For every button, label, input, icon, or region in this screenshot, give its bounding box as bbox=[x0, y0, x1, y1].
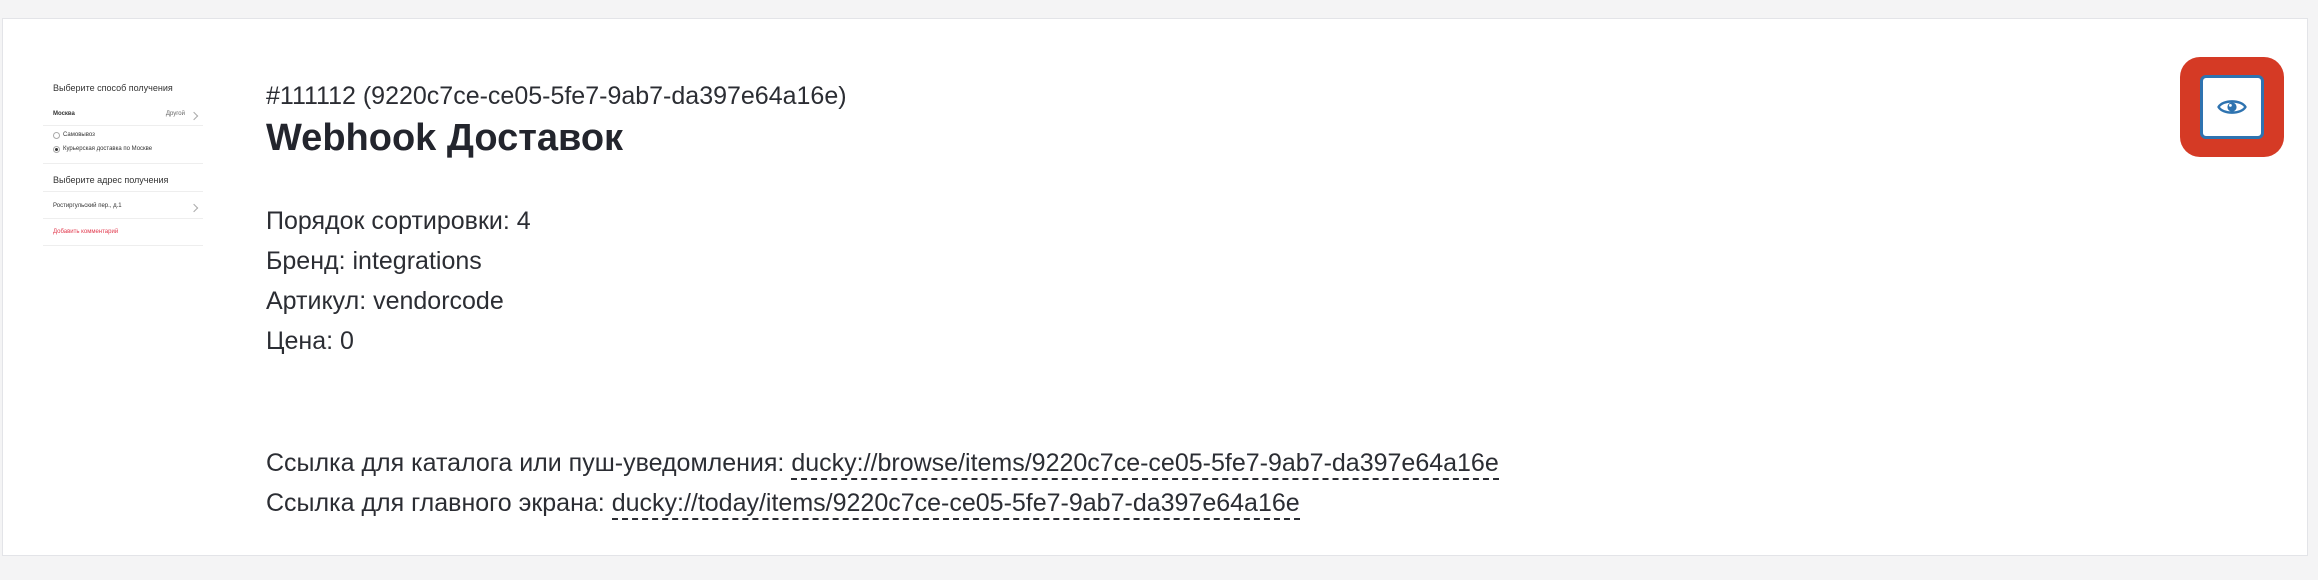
home-link[interactable]: ducky://today/items/9220c7ce-ce05-5fe7-9… bbox=[611, 489, 1300, 520]
catalog-link-row: Ссылка для каталога или пуш-уведомления:… bbox=[266, 443, 1499, 483]
item-id: #111112 (9220c7ce-ce05-5fe7-9ab7-da397e6… bbox=[266, 82, 847, 110]
thumb-heading-method: Выберите способ получения bbox=[53, 83, 173, 93]
radio-icon bbox=[53, 132, 60, 139]
thumb-option-pickup: Самовывоз bbox=[63, 132, 95, 138]
item-title: Webhook Доставок bbox=[266, 117, 624, 159]
brand: Бренд: integrations bbox=[266, 247, 482, 275]
thumb-divider bbox=[43, 163, 203, 164]
item-links: Ссылка для каталога или пуш-уведомления:… bbox=[266, 443, 1499, 523]
thumb-divider bbox=[43, 218, 203, 219]
chevron-right-icon bbox=[189, 111, 199, 121]
catalog-link[interactable]: ducky://browse/items/9220c7ce-ce05-5fe7-… bbox=[791, 449, 1499, 480]
item-info: #111112 (9220c7ce-ce05-5fe7-9ab7-da397e6… bbox=[266, 79, 1499, 523]
thumb-add-comment: Добавить комментарий bbox=[53, 229, 119, 235]
thumb-heading-address: Выберите адрес получения bbox=[53, 175, 169, 185]
view-button[interactable] bbox=[2200, 75, 2264, 139]
thumb-city-action: Другой bbox=[165, 111, 185, 117]
thumb-address: Ростиргульский пер., д.1 bbox=[53, 203, 122, 209]
thumb-option-courier: Курьерская доставка по Москве bbox=[63, 146, 153, 152]
sort-order: Порядок сортировки: 4 bbox=[266, 207, 531, 235]
item-properties: Порядок сортировки: 4 Бренд: integration… bbox=[266, 201, 1499, 361]
eye-icon bbox=[2217, 100, 2247, 114]
article: Артикул: vendorcode bbox=[266, 287, 504, 315]
thumb-city: Москва bbox=[53, 111, 75, 117]
view-button-highlight bbox=[2180, 57, 2284, 157]
thumb-divider bbox=[43, 191, 203, 192]
thumb-divider bbox=[43, 245, 203, 246]
home-link-row: Ссылка для главного экрана: ducky://toda… bbox=[266, 483, 1499, 523]
home-link-label: Ссылка для главного экрана: bbox=[266, 489, 612, 517]
chevron-right-icon bbox=[189, 203, 199, 213]
item-thumbnail: Выберите способ получения Москва Другой … bbox=[43, 63, 209, 253]
catalog-link-label: Ссылка для каталога или пуш-уведомления: bbox=[266, 449, 792, 477]
price: Цена: 0 bbox=[266, 327, 354, 355]
thumb-divider bbox=[43, 125, 203, 126]
item-card: Выберите способ получения Москва Другой … bbox=[2, 18, 2308, 556]
radio-selected-icon bbox=[53, 146, 60, 153]
